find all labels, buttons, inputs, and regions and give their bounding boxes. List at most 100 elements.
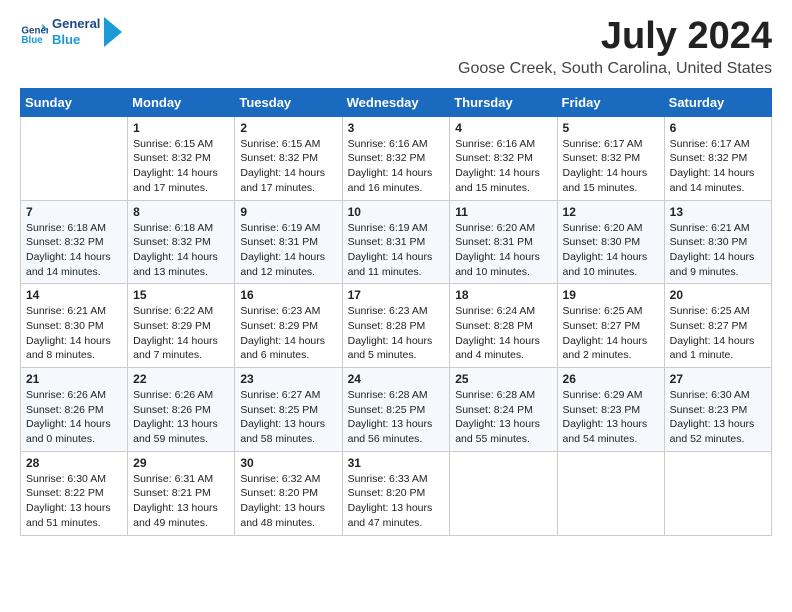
calendar-cell: 12 Sunrise: 6:20 AMSunset: 8:30 PMDayligh… bbox=[557, 200, 664, 284]
day-info: Sunrise: 6:17 AMSunset: 8:32 PMDaylight:… bbox=[670, 137, 766, 196]
day-info: Sunrise: 6:16 AMSunset: 8:32 PMDaylight:… bbox=[455, 137, 551, 196]
day-info: Sunrise: 6:15 AMSunset: 8:32 PMDaylight:… bbox=[240, 137, 336, 196]
day-number: 13 bbox=[670, 205, 766, 219]
calendar-header-friday: Friday bbox=[557, 88, 664, 116]
calendar-week-row: 21 Sunrise: 6:26 AMSunset: 8:26 PMDayligh… bbox=[21, 368, 772, 452]
day-number: 4 bbox=[455, 121, 551, 135]
calendar-header-tuesday: Tuesday bbox=[235, 88, 342, 116]
day-info: Sunrise: 6:25 AMSunset: 8:27 PMDaylight:… bbox=[563, 304, 659, 363]
day-info: Sunrise: 6:18 AMSunset: 8:32 PMDaylight:… bbox=[26, 221, 122, 280]
calendar-cell: 19Sunrise: 6:25 AMSunset: 8:27 PMDayligh… bbox=[557, 284, 664, 368]
day-number: 25 bbox=[455, 372, 551, 386]
day-number: 17 bbox=[348, 288, 445, 302]
day-number: 11 bbox=[455, 205, 551, 219]
day-info: Sunrise: 6:20 AMSunset: 8:30 PMDaylight:… bbox=[563, 221, 659, 280]
location-title: Goose Creek, South Carolina, United Stat… bbox=[458, 60, 772, 78]
logo-arrow-icon bbox=[104, 17, 122, 47]
day-info: Sunrise: 6:32 AMSunset: 8:20 PMDaylight:… bbox=[240, 472, 336, 531]
calendar-header-row: SundayMondayTuesdayWednesdayThursdayFrid… bbox=[21, 88, 772, 116]
calendar-cell: 2 Sunrise: 6:15 AMSunset: 8:32 PMDaylight… bbox=[235, 116, 342, 200]
calendar-cell: 11Sunrise: 6:20 AMSunset: 8:31 PMDayligh… bbox=[450, 200, 557, 284]
calendar-cell: 20 Sunrise: 6:25 AMSunset: 8:27 PMDayligh… bbox=[664, 284, 771, 368]
day-info: Sunrise: 6:26 AMSunset: 8:26 PMDaylight:… bbox=[26, 388, 122, 447]
calendar-cell: 26Sunrise: 6:29 AMSunset: 8:23 PMDayligh… bbox=[557, 368, 664, 452]
day-info: Sunrise: 6:23 AMSunset: 8:28 PMDaylight:… bbox=[348, 304, 445, 363]
calendar-header-saturday: Saturday bbox=[664, 88, 771, 116]
calendar-cell: 27Sunrise: 6:30 AMSunset: 8:23 PMDayligh… bbox=[664, 368, 771, 452]
day-info: Sunrise: 6:22 AMSunset: 8:29 PMDaylight:… bbox=[133, 304, 229, 363]
day-number: 20 bbox=[670, 288, 766, 302]
day-number: 12 bbox=[563, 205, 659, 219]
calendar-cell: 7Sunrise: 6:18 AMSunset: 8:32 PMDaylight… bbox=[21, 200, 128, 284]
day-number: 15 bbox=[133, 288, 229, 302]
day-number: 16 bbox=[240, 288, 336, 302]
calendar-cell: 1 Sunrise: 6:15 AMSunset: 8:32 PMDaylight… bbox=[128, 116, 235, 200]
calendar-cell: 21 Sunrise: 6:26 AMSunset: 8:26 PMDayligh… bbox=[21, 368, 128, 452]
day-number: 21 bbox=[26, 372, 122, 386]
day-info: Sunrise: 6:33 AMSunset: 8:20 PMDaylight:… bbox=[348, 472, 445, 531]
day-info: Sunrise: 6:18 AMSunset: 8:32 PMDaylight:… bbox=[133, 221, 229, 280]
day-number: 1 bbox=[133, 121, 229, 135]
day-number: 10 bbox=[348, 205, 445, 219]
day-info: Sunrise: 6:21 AMSunset: 8:30 PMDaylight:… bbox=[26, 304, 122, 363]
calendar-table: SundayMondayTuesdayWednesdayThursdayFrid… bbox=[20, 88, 772, 536]
day-number: 30 bbox=[240, 456, 336, 470]
day-info: Sunrise: 6:27 AMSunset: 8:25 PMDaylight:… bbox=[240, 388, 336, 447]
calendar-cell: 5 Sunrise: 6:17 AMSunset: 8:32 PMDaylight… bbox=[557, 116, 664, 200]
day-info: Sunrise: 6:24 AMSunset: 8:28 PMDaylight:… bbox=[455, 304, 551, 363]
calendar-cell bbox=[664, 451, 771, 535]
calendar-cell: 8 Sunrise: 6:18 AMSunset: 8:32 PMDaylight… bbox=[128, 200, 235, 284]
svg-text:Blue: Blue bbox=[21, 35, 43, 46]
calendar-cell: 23 Sunrise: 6:27 AMSunset: 8:25 PMDayligh… bbox=[235, 368, 342, 452]
day-info: Sunrise: 6:17 AMSunset: 8:32 PMDaylight:… bbox=[563, 137, 659, 196]
day-number: 28 bbox=[26, 456, 122, 470]
calendar-week-row: 7Sunrise: 6:18 AMSunset: 8:32 PMDaylight… bbox=[21, 200, 772, 284]
calendar-cell bbox=[450, 451, 557, 535]
calendar-cell: 6 Sunrise: 6:17 AMSunset: 8:32 PMDaylight… bbox=[664, 116, 771, 200]
day-info: Sunrise: 6:28 AMSunset: 8:24 PMDaylight:… bbox=[455, 388, 551, 447]
day-info: Sunrise: 6:26 AMSunset: 8:26 PMDaylight:… bbox=[133, 388, 229, 447]
calendar-cell bbox=[21, 116, 128, 200]
calendar-header-monday: Monday bbox=[128, 88, 235, 116]
calendar-cell: 9Sunrise: 6:19 AMSunset: 8:31 PMDaylight… bbox=[235, 200, 342, 284]
calendar-cell: 10 Sunrise: 6:19 AMSunset: 8:31 PMDayligh… bbox=[342, 200, 450, 284]
calendar-cell: 25 Sunrise: 6:28 AMSunset: 8:24 PMDayligh… bbox=[450, 368, 557, 452]
day-number: 6 bbox=[670, 121, 766, 135]
day-number: 5 bbox=[563, 121, 659, 135]
day-info: Sunrise: 6:23 AMSunset: 8:29 PMDaylight:… bbox=[240, 304, 336, 363]
day-number: 9 bbox=[240, 205, 336, 219]
day-number: 2 bbox=[240, 121, 336, 135]
day-number: 29 bbox=[133, 456, 229, 470]
day-number: 14 bbox=[26, 288, 122, 302]
day-info: Sunrise: 6:30 AMSunset: 8:22 PMDaylight:… bbox=[26, 472, 122, 531]
day-info: Sunrise: 6:30 AMSunset: 8:23 PMDaylight:… bbox=[670, 388, 766, 447]
day-number: 31 bbox=[348, 456, 445, 470]
calendar-cell: 30 Sunrise: 6:32 AMSunset: 8:20 PMDayligh… bbox=[235, 451, 342, 535]
calendar-cell: 31 Sunrise: 6:33 AMSunset: 8:20 PMDayligh… bbox=[342, 451, 450, 535]
calendar-cell bbox=[557, 451, 664, 535]
calendar-cell: 17 Sunrise: 6:23 AMSunset: 8:28 PMDayligh… bbox=[342, 284, 450, 368]
day-info: Sunrise: 6:15 AMSunset: 8:32 PMDaylight:… bbox=[133, 137, 229, 196]
day-number: 8 bbox=[133, 205, 229, 219]
calendar-cell: 13 Sunrise: 6:21 AMSunset: 8:30 PMDayligh… bbox=[664, 200, 771, 284]
calendar-cell: 29 Sunrise: 6:31 AMSunset: 8:21 PMDayligh… bbox=[128, 451, 235, 535]
day-info: Sunrise: 6:25 AMSunset: 8:27 PMDaylight:… bbox=[670, 304, 766, 363]
calendar-cell: 14 Sunrise: 6:21 AMSunset: 8:30 PMDayligh… bbox=[21, 284, 128, 368]
day-number: 3 bbox=[348, 121, 445, 135]
calendar-header-sunday: Sunday bbox=[21, 88, 128, 116]
day-number: 18 bbox=[455, 288, 551, 302]
calendar-cell: 4 Sunrise: 6:16 AMSunset: 8:32 PMDaylight… bbox=[450, 116, 557, 200]
logo: General Blue General Blue bbox=[20, 16, 122, 47]
day-number: 24 bbox=[348, 372, 445, 386]
day-number: 22 bbox=[133, 372, 229, 386]
logo-icon: General Blue bbox=[20, 18, 48, 46]
day-info: Sunrise: 6:31 AMSunset: 8:21 PMDaylight:… bbox=[133, 472, 229, 531]
day-info: Sunrise: 6:28 AMSunset: 8:25 PMDaylight:… bbox=[348, 388, 445, 447]
day-number: 23 bbox=[240, 372, 336, 386]
header: General Blue General Blue July 2024 Goos… bbox=[20, 16, 772, 78]
title-area: July 2024 Goose Creek, South Carolina, U… bbox=[458, 16, 772, 78]
day-info: Sunrise: 6:19 AMSunset: 8:31 PMDaylight:… bbox=[348, 221, 445, 280]
calendar-header-wednesday: Wednesday bbox=[342, 88, 450, 116]
day-info: Sunrise: 6:21 AMSunset: 8:30 PMDaylight:… bbox=[670, 221, 766, 280]
calendar-cell: 22 Sunrise: 6:26 AMSunset: 8:26 PMDayligh… bbox=[128, 368, 235, 452]
